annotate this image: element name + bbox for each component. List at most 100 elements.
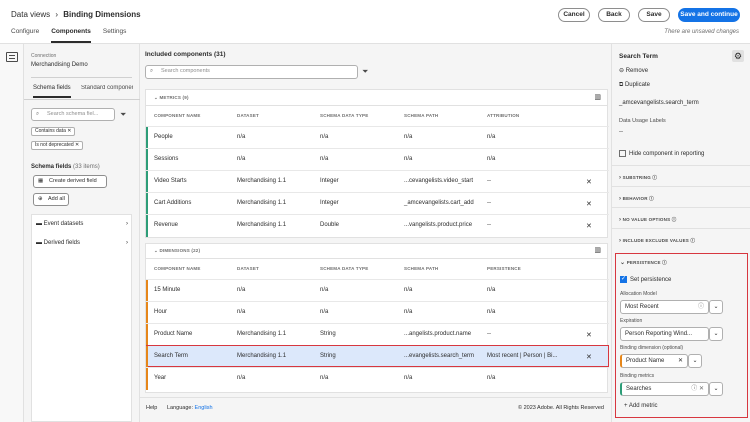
add-circle-icon: ⊕ [38,196,43,202]
remove-icon: ✕ [586,179,592,186]
copyright: © 2023 Adobe. All Rights Reserved [518,405,604,411]
table-row[interactable]: Hour n/a n/a n/a n/a [146,301,609,324]
allocation-model-select[interactable]: Most Recent ⓘ [620,300,709,314]
column-header[interactable]: SCHEMA PATH [404,113,438,118]
column-header[interactable]: DATASET [237,113,259,118]
close-icon: ✕ [75,142,80,148]
view-tabs: Configure Components Settings [11,28,126,43]
calculator-icon: ▦ [38,178,44,184]
tab-configure[interactable]: Configure [11,28,39,43]
included-components-title: Included components (31) [145,51,226,58]
column-settings-icon[interactable]: ▥ [594,93,601,101]
component-search-input[interactable]: ⌕ Search components [145,65,358,79]
breadcrumb-separator: › [55,10,59,19]
expiration-label: Expiration [620,318,643,324]
expiration-select[interactable]: Person Reporting Wind... [620,327,709,341]
remove-icon: ✕ [586,354,592,361]
filter-icon[interactable]: ⏷ [120,110,126,120]
folder-icon: ▬ [36,221,42,227]
save-and-continue-button[interactable]: Save and continue [678,8,740,22]
metrics-table: ⌄ METRICS (9) ▥ COMPONENT NAME DATASET S… [145,89,609,238]
chevron-right-icon: › [126,221,128,227]
column-header[interactable]: PERSISTENCE [487,266,521,271]
column-header[interactable]: ATTRIBUTION [487,113,519,118]
breadcrumb-root[interactable]: Data views [11,10,50,19]
chevron-down-icon[interactable]: ⌄ [709,300,723,314]
schema-folder-list: ▬ Event datasets › ▬ Derived fields › [31,214,132,422]
tab-schema-fields[interactable]: Schema fields [33,85,71,98]
breadcrumb-current: Binding Dimensions [63,10,141,19]
table-row[interactable]: 15 Minute n/a n/a n/a n/a [146,279,609,302]
cancel-button[interactable]: Cancel [558,8,590,22]
metrics-section-label[interactable]: ⌄ METRICS (9) [154,95,189,101]
data-usage-value: -- [619,129,623,135]
filter-icon[interactable]: ⏷ [362,67,368,77]
table-row[interactable]: Revenue Merchandising 1.1 Double ...vangeli… [146,214,609,237]
binding-metrics-label: Binding metrics [620,373,655,379]
section-persistence[interactable]: ⌄ PERSISTENCE ⓘ [620,259,667,266]
gear-icon[interactable]: ⚙ [732,50,744,62]
tab-standard-components[interactable]: Standard componen [81,85,133,91]
language-selector[interactable]: Language: English [167,405,213,411]
table-row[interactable]: People n/a n/a n/a n/a [146,126,609,149]
info-icon: ⓘ [691,386,698,392]
chevron-right-icon: › [126,240,128,246]
table-row[interactable]: Product Name Merchandising 1.1 String ...an… [146,323,609,346]
panel-toggle-icon[interactable] [6,52,18,62]
column-header[interactable]: SCHEMA DATA TYPE [320,113,368,118]
data-usage-label: Data Usage Labels [619,118,666,124]
column-header[interactable]: SCHEMA DATA TYPE [320,266,368,271]
add-all-button[interactable]: ⊕ Add all [33,193,69,206]
table-row[interactable]: Year n/a n/a n/a n/a [146,367,609,390]
chevron-down-icon[interactable]: ⌄ [709,327,723,341]
info-icon: ⓘ [652,175,658,180]
table-row[interactable]: Cart Additions Merchandising 1.1 Integer _a… [146,192,609,215]
schema-search-input[interactable]: ⌕ Search schema fiel... [31,108,115,121]
section-substring[interactable]: › SUBSTRING ⓘ [619,175,657,181]
tab-components[interactable]: Components [51,28,91,43]
connection-value: Merchandising Demo [31,62,88,68]
duplicate-button[interactable]: ⧉ Duplicate [619,82,650,89]
chevron-down-icon: ⌄ [154,95,158,100]
help-link[interactable]: Help [146,405,157,411]
filter-tag-not-deprecated[interactable]: Is not deprecated ✕ [31,141,84,150]
folder-derived-fields[interactable]: ▬ Derived fields › [36,240,128,246]
column-header[interactable]: COMPONENT NAME [154,113,201,118]
info-icon: ⓘ [649,196,654,201]
column-header[interactable]: DATASET [237,266,259,271]
set-persistence-checkbox[interactable]: ✓ Set persistence [620,276,671,283]
binding-dimension-field[interactable]: Product Name ✕ [620,354,688,368]
remove-icon: ✕ [586,223,592,230]
folder-event-datasets[interactable]: ▬ Event datasets › [36,221,128,227]
table-row[interactable]: Sessions n/a n/a n/a n/a [146,148,609,171]
column-settings-icon[interactable]: ▥ [594,246,601,254]
close-icon: ✕ [698,386,704,392]
section-include-exclude[interactable]: › INCLUDE EXCLUDE VALUES ⓘ [619,238,695,244]
remove-button[interactable]: ⊖ Remove [619,67,648,74]
remove-icon: ✕ [586,201,592,208]
duplicate-icon: ⧉ [619,82,624,88]
filter-tag-contains-data[interactable]: Contains data ✕ [31,127,76,136]
chevron-down-icon[interactable]: ⌄ [688,354,702,368]
breadcrumb: Data views › Binding Dimensions [11,10,141,19]
dimensions-section-label[interactable]: ⌄ DIMENSIONS (22) [154,248,200,254]
chevron-down-icon[interactable]: ⌄ [709,382,723,396]
hide-component-checkbox[interactable]: Hide component in reporting [619,150,704,157]
table-row-selected[interactable]: Search Term Merchandising 1.1 String ...eva… [146,345,609,368]
add-metric-button[interactable]: + Add metric [624,403,658,409]
components-panel: Included components (31) ⌕ Search compon… [140,44,611,422]
back-button[interactable]: Back [598,8,630,22]
table-row[interactable]: Video Starts Merchandising 1.1 Integer ...c… [146,170,609,193]
column-header[interactable]: SCHEMA PATH [404,266,438,271]
create-derived-field-button[interactable]: ▦ Create derived field [33,175,107,188]
save-button[interactable]: Save [638,8,670,22]
column-header[interactable]: COMPONENT NAME [154,266,201,271]
component-title: Search Term [619,53,658,60]
section-behavior[interactable]: › BEHAVIOR ⓘ [619,196,654,202]
section-no-value-options[interactable]: › NO VALUE OPTIONS ⓘ [619,217,676,223]
tab-settings[interactable]: Settings [103,28,127,43]
folder-icon: ▬ [36,240,42,246]
info-icon: ⓘ [671,217,677,222]
persistence-section: ⌄ PERSISTENCE ⓘ ✓ Set persistence Allocat… [615,253,748,418]
binding-metrics-field[interactable]: Searches ⓘ ✕ [620,382,709,396]
